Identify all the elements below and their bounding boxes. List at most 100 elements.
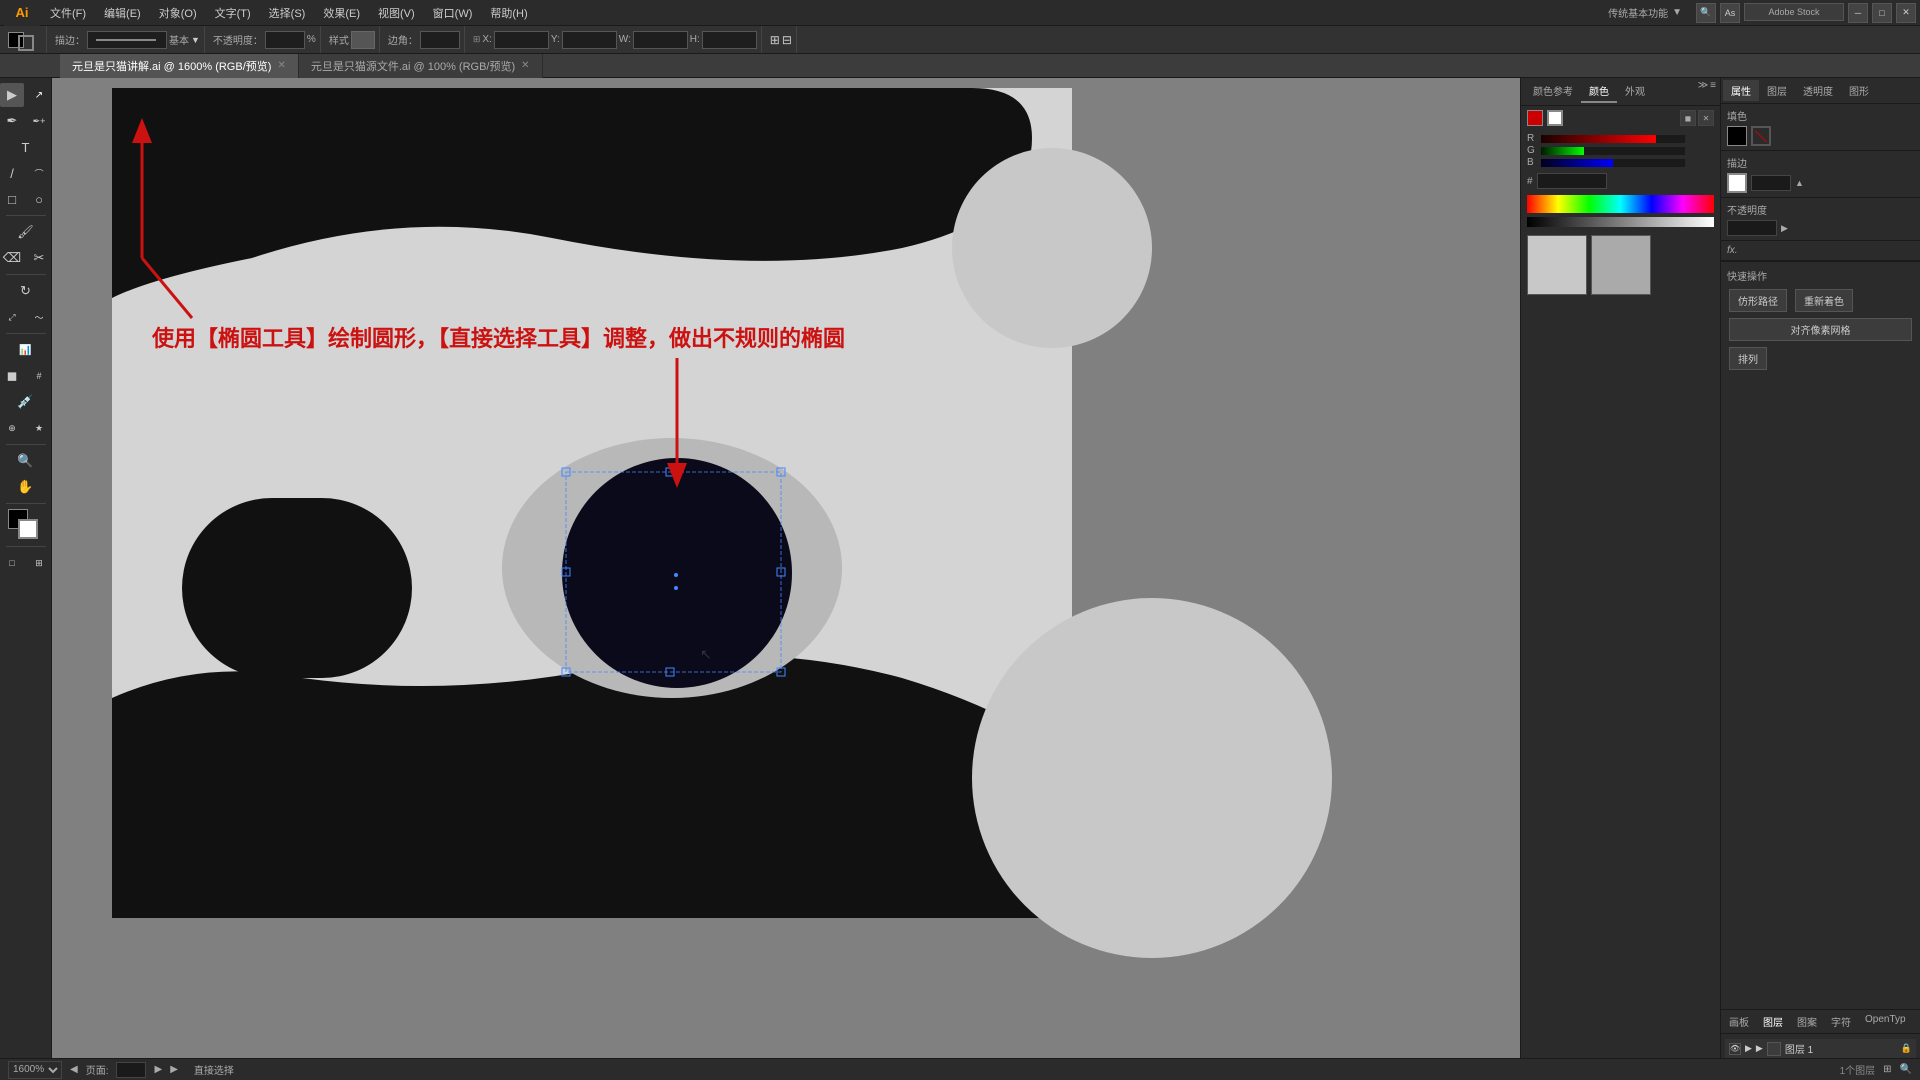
align-icon[interactable]: ⊞ xyxy=(770,33,780,47)
layer-tab-btn[interactable]: 图层 xyxy=(1759,80,1795,101)
hand-tool[interactable]: ✋ xyxy=(14,475,38,499)
line-tool[interactable]: / xyxy=(0,161,24,185)
stroke-color-box[interactable] xyxy=(1547,110,1563,126)
shape-tab[interactable]: 图形 xyxy=(1841,80,1877,101)
pixel-align-btn[interactable]: 对齐像素网格 xyxy=(1729,318,1912,341)
maximize-btn[interactable]: □ xyxy=(1872,3,1892,23)
type-tool[interactable]: T xyxy=(14,135,38,159)
scale-tool[interactable]: ⤢ xyxy=(0,305,24,329)
menu-help[interactable]: 帮助(H) xyxy=(482,3,535,23)
appearance-tab[interactable]: 外观 xyxy=(1617,80,1653,103)
menu-file[interactable]: 文件(F) xyxy=(42,3,94,23)
corner-input[interactable]: 8.48 px xyxy=(420,31,460,49)
arc-tool[interactable]: ⌒ xyxy=(27,161,51,185)
blend-tool[interactable]: ⊕ xyxy=(0,416,24,440)
tab-0-close[interactable]: ✕ xyxy=(277,60,285,71)
page-nav-back[interactable]: ◀ xyxy=(70,1064,78,1075)
x-input[interactable]: 756.28 p xyxy=(494,31,549,49)
menu-text[interactable]: 文字(T) xyxy=(207,3,259,23)
workspace-dropdown-icon[interactable]: ▼ xyxy=(1672,7,1682,18)
pattern-tab[interactable]: 图案 xyxy=(1791,1012,1823,1031)
fill-color-box[interactable] xyxy=(1527,110,1543,126)
gradient-icon[interactable]: ◼ xyxy=(1680,110,1696,126)
scissors-tool[interactable]: ✂ xyxy=(27,246,51,270)
direct-selection-tool[interactable]: ↗ xyxy=(27,83,51,107)
menu-edit[interactable]: 编辑(E) xyxy=(96,3,149,23)
tab-1[interactable]: 元旦是只猫源文件.ai @ 100% (RGB/预览) ✕ xyxy=(299,54,543,78)
rotate-tool[interactable]: ↻ xyxy=(14,279,38,303)
workspace-selector[interactable]: 传统基本功能 ▼ xyxy=(1608,5,1690,20)
warp-tool[interactable]: 〜 xyxy=(27,305,51,329)
stroke-preview-box[interactable] xyxy=(87,31,167,49)
stroke-swatch[interactable] xyxy=(1727,173,1747,193)
opacity-tab[interactable]: 透明度 xyxy=(1795,80,1841,101)
adobe-store-btn[interactable]: Adobe Stock xyxy=(1744,3,1844,21)
r-bar[interactable] xyxy=(1541,135,1685,143)
g-bar[interactable] xyxy=(1541,147,1685,155)
opacity-arrow[interactable]: ▶ xyxy=(1781,223,1788,234)
menu-effect[interactable]: 效果(E) xyxy=(315,3,368,23)
mesh-tool[interactable]: # xyxy=(27,364,51,388)
zoom-in-icon[interactable]: 🔍 xyxy=(1900,1064,1912,1075)
gradient-tool[interactable]: ◼ xyxy=(0,364,24,388)
eraser-tool[interactable]: ⌫ xyxy=(0,246,24,270)
stroke-color[interactable] xyxy=(18,35,34,51)
menu-icon[interactable]: ≡ xyxy=(1710,80,1716,103)
artboard-tool[interactable]: ⊞ xyxy=(27,551,51,575)
prop-tab[interactable]: 属性 xyxy=(1723,80,1759,101)
arrange-btn[interactable]: 排列 xyxy=(1729,347,1767,370)
artboard-tab[interactable]: 画板 xyxy=(1723,1012,1755,1031)
layer-name[interactable]: 图层 1 xyxy=(1785,1041,1897,1056)
rect-tool[interactable]: □ xyxy=(0,187,24,211)
fill-swatch[interactable] xyxy=(1727,126,1747,146)
zoom-tool[interactable]: 🔍 xyxy=(14,449,38,473)
stroke-box[interactable] xyxy=(18,519,38,539)
fill-none[interactable] xyxy=(1751,126,1771,146)
distribute-icon[interactable]: ⊟ xyxy=(782,33,792,47)
graph-tool[interactable]: 📊 xyxy=(14,338,38,362)
artboard-nav[interactable]: ▶ xyxy=(170,1064,178,1075)
screen-mode-btn[interactable]: □ xyxy=(0,551,24,575)
arrange-icon[interactable]: ⊞ xyxy=(1883,1064,1891,1075)
layer-expand[interactable]: ▶ xyxy=(1745,1043,1752,1054)
hex-input[interactable] xyxy=(1537,173,1607,189)
eyedropper-tool[interactable]: 💉 xyxy=(14,390,38,414)
minimize-btn[interactable]: ─ xyxy=(1848,3,1868,23)
layer-visibility[interactable]: 👁 xyxy=(1729,1043,1741,1055)
menu-window[interactable]: 窗口(W) xyxy=(425,3,481,23)
page-input[interactable]: 2 xyxy=(116,1062,146,1078)
color-tab[interactable]: 颜色 xyxy=(1581,80,1617,103)
opentype-tab[interactable]: OpenTyp xyxy=(1859,1012,1912,1031)
brush-tool[interactable]: 🖌 xyxy=(14,220,38,244)
expand-icon[interactable]: ≫ xyxy=(1698,80,1708,103)
gray-spectrum[interactable] xyxy=(1527,217,1714,227)
pen-tool[interactable]: ✒ xyxy=(0,109,24,133)
layer-lock[interactable]: 🔒 xyxy=(1901,1043,1912,1054)
pen-variant[interactable]: ✒+ xyxy=(27,109,51,133)
page-nav-fwd[interactable]: ▶ xyxy=(154,1064,162,1075)
zoom-select[interactable]: 1600% xyxy=(8,1061,62,1079)
menu-object[interactable]: 对象(O) xyxy=(151,3,205,23)
none-icon[interactable]: ✕ xyxy=(1698,110,1714,126)
h-input[interactable]: 15.441 px xyxy=(702,31,757,49)
symbol-tool[interactable]: ★ xyxy=(27,416,51,440)
stroke-width-input[interactable] xyxy=(1751,175,1791,191)
color-ref-tab[interactable]: 颜色参考 xyxy=(1525,80,1581,103)
ellipse-tool[interactable]: ○ xyxy=(27,187,51,211)
color-spectrum[interactable] xyxy=(1527,195,1714,213)
menu-select[interactable]: 选择(S) xyxy=(261,3,314,23)
b-bar[interactable] xyxy=(1541,159,1685,167)
layers-tab[interactable]: 图层 xyxy=(1757,1012,1789,1031)
char-tab[interactable]: 字符 xyxy=(1825,1012,1857,1031)
close-btn[interactable]: ✕ xyxy=(1896,3,1916,23)
style-preview[interactable] xyxy=(351,31,375,49)
w-input[interactable]: 17.059 px xyxy=(633,31,688,49)
opacity-input[interactable]: 100 xyxy=(265,31,305,49)
canvas-area[interactable]: 使用【椭圆工具】绘制圆形，【直接选择工具】调整，做出不规则的椭圆 ↖ xyxy=(52,78,1520,1080)
y-input[interactable]: 1276.241 xyxy=(562,31,617,49)
opacity-value-input[interactable]: 100 % xyxy=(1727,220,1777,236)
tab-0[interactable]: 元旦是只猫讲解.ai @ 1600% (RGB/预览) ✕ xyxy=(60,54,299,78)
selection-tool[interactable]: ▶ xyxy=(0,83,24,107)
search-btn[interactable]: 🔍 xyxy=(1696,3,1716,23)
adobe-stock-btn[interactable]: As xyxy=(1720,3,1740,23)
